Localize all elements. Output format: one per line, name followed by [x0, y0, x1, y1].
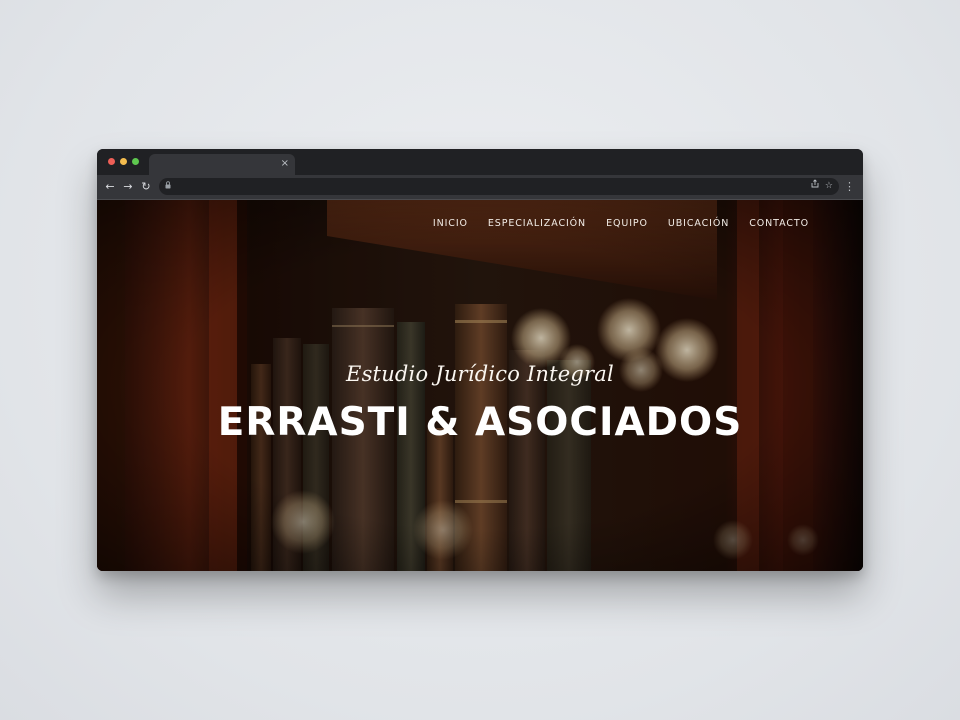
reload-icon[interactable]: ↻: [139, 179, 153, 195]
hero-title: ERRASTI & ASOCIADOS: [217, 400, 743, 445]
browser-toolbar: ← → ↻ ☆ ⋮: [97, 175, 863, 200]
site-nav: INICIO ESPECIALIZACIÓN EQUIPO UBICACIÓN …: [433, 218, 809, 229]
nav-especializacion[interactable]: ESPECIALIZACIÓN: [488, 218, 586, 229]
nav-inicio[interactable]: INICIO: [433, 218, 468, 229]
nav-ubicacion[interactable]: UBICACIÓN: [668, 218, 729, 229]
nav-contacto[interactable]: CONTACTO: [749, 218, 809, 229]
nav-equipo[interactable]: EQUIPO: [606, 218, 648, 229]
browser-window: × ← → ↻ ☆ ⋮ INICIO ESPECIALIZACIÓN EQUIP…: [97, 149, 863, 571]
star-icon[interactable]: ☆: [825, 179, 833, 194]
arrow-right-icon[interactable]: →: [121, 179, 135, 195]
browser-titlebar: ×: [97, 149, 863, 175]
share-icon[interactable]: [811, 179, 819, 194]
address-bar[interactable]: ☆: [159, 178, 839, 195]
window-minimize-button[interactable]: [120, 158, 127, 165]
browser-tab[interactable]: ×: [149, 154, 295, 175]
arrow-left-icon[interactable]: ←: [103, 179, 117, 195]
screenshot-stage: × ← → ↻ ☆ ⋮ INICIO ESPECIALIZACIÓN EQUIP…: [0, 0, 960, 720]
tab-close-icon[interactable]: ×: [281, 157, 289, 171]
more-vertical-icon[interactable]: ⋮: [844, 179, 855, 195]
window-maximize-button[interactable]: [132, 158, 139, 165]
page-viewport: INICIO ESPECIALIZACIÓN EQUIPO UBICACIÓN …: [97, 200, 863, 571]
lock-icon[interactable]: [165, 180, 171, 193]
hero-subtitle: Estudio Jurídico Integral: [346, 362, 614, 386]
window-close-button[interactable]: [108, 158, 115, 165]
